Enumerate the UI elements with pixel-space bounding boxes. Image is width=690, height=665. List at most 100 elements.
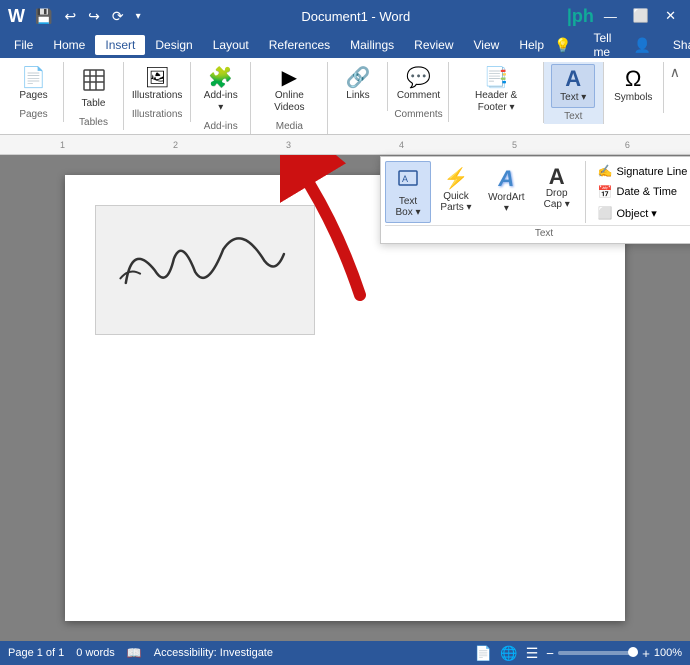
view-web-icon[interactable]: 🌐: [500, 645, 517, 662]
quick-parts-label: QuickParts ▾: [440, 191, 471, 213]
wordart-icon: A: [498, 166, 514, 192]
links-icon: 🔗: [346, 68, 371, 88]
close-button[interactable]: ✕: [659, 6, 682, 26]
illustrations-icon: 🖼: [144, 68, 169, 88]
text-icon: A: [565, 68, 581, 90]
menu-home[interactable]: Home: [43, 35, 95, 55]
signature-text: [101, 207, 310, 332]
wordart-button[interactable]: A WordArt ▾: [481, 161, 532, 223]
maximize-button[interactable]: ⬜: [627, 6, 655, 26]
view-outline-icon[interactable]: ☰: [526, 645, 539, 662]
zoom-thumb: [628, 647, 638, 657]
pages-button[interactable]: 📄 Pages: [12, 64, 56, 106]
quick-access-toolbar: 💾 ↩ ↪ ⟳ ▾: [31, 6, 145, 27]
menu-bar: File Home Insert Design Layout Reference…: [0, 32, 690, 58]
menu-references[interactable]: References: [259, 35, 340, 55]
menu-mailings[interactable]: Mailings: [340, 35, 404, 55]
header-footer-button[interactable]: 📑 Header & Footer ▾: [455, 64, 536, 118]
lightbulb-icon: 💡: [554, 37, 571, 54]
media-group-label: Media: [276, 118, 303, 134]
ribbon-content: 📄 Pages Pages: [4, 62, 686, 134]
ribbon-collapse-button[interactable]: ∧: [664, 62, 686, 83]
share-icon: 👤: [633, 37, 650, 54]
links-button[interactable]: 🔗 Links: [336, 64, 380, 106]
wordart-label: WordArt ▾: [488, 192, 525, 214]
text-button[interactable]: A Text ▾: [551, 64, 595, 108]
menu-help[interactable]: Help: [509, 35, 554, 55]
ribbon-group-media: ▶ Online Videos Media: [251, 62, 328, 134]
addins-button[interactable]: 🧩 Add-ins ▾: [197, 64, 244, 118]
addins-icon: 🧩: [208, 68, 233, 88]
status-bar: Page 1 of 1 0 words 📖 Accessibility: Inv…: [0, 641, 690, 665]
share-button[interactable]: Share: [663, 35, 690, 55]
symbols-button[interactable]: Ω Symbols: [608, 64, 658, 108]
ribbon-group-text: A Text ▾ Text: [544, 62, 604, 124]
title-bar-left: W 💾 ↩ ↪ ⟳ ▾: [8, 6, 145, 27]
addins-group-label: Add-ins: [204, 118, 238, 134]
page-info: Page 1 of 1: [8, 647, 64, 659]
ribbon-group-illustrations: 🖼 Illustrations Illustrations: [124, 62, 191, 122]
menu-review[interactable]: Review: [404, 35, 463, 55]
text-popup-panel: A TextBox ▾ ⚡ QuickParts ▾ A WordArt ▾: [380, 156, 690, 244]
illustrations-button[interactable]: 🖼 Illustrations: [126, 64, 189, 106]
zoom-out-button[interactable]: −: [546, 646, 554, 661]
table-button[interactable]: Table: [72, 64, 116, 114]
signature-line-icon: ✍: [598, 164, 613, 178]
illustrations-group-label: Illustrations: [132, 106, 183, 122]
signature-line-button[interactable]: ✍ Signature Line ▾: [591, 161, 690, 181]
app-window: W 💾 ↩ ↪ ⟳ ▾ Document1 - Word |ph — ⬜ ✕ F…: [0, 0, 690, 665]
signature-line-label: Signature Line ▾: [616, 165, 690, 178]
undo-button[interactable]: ↩: [60, 6, 80, 27]
menu-file[interactable]: File: [4, 35, 43, 55]
text-popup-row1: A TextBox ▾ ⚡ QuickParts ▾ A WordArt ▾: [385, 161, 690, 223]
table-label: Table: [82, 98, 106, 110]
menu-view[interactable]: View: [464, 35, 510, 55]
customize-button[interactable]: ▾: [132, 9, 145, 24]
zoom-bar: − + 100%: [546, 646, 682, 661]
ribbon-group-header-footer: 📑 Header & Footer ▾: [449, 62, 543, 123]
minimize-button[interactable]: —: [598, 7, 623, 26]
title-bar-right: |ph — ⬜ ✕: [567, 6, 682, 27]
zoom-in-button[interactable]: +: [642, 646, 650, 661]
drop-cap-label: DropCap ▾: [544, 188, 570, 210]
status-right: 📄 🌐 ☰ − + 100%: [475, 645, 682, 662]
ruler-content: 1 2 3 4 5 6: [0, 140, 690, 150]
save-button[interactable]: 💾: [31, 6, 56, 27]
iph-icon: |ph: [567, 6, 594, 27]
object-label: Object ▾: [616, 207, 656, 220]
text-box-icon: A: [396, 166, 420, 196]
popup-text-label: Text: [385, 225, 690, 239]
text-box-label: TextBox ▾: [395, 196, 420, 218]
ribbon-group-links: 🔗 Links: [328, 62, 388, 111]
comment-button[interactable]: 💬 Comment: [391, 64, 446, 106]
object-button[interactable]: ⬜ Object ▾: [591, 203, 690, 223]
ribbon-group-comments: 💬 Comment Comments: [388, 62, 449, 122]
drop-cap-button[interactable]: A DropCap ▾: [534, 161, 580, 223]
drop-cap-icon: A: [549, 166, 565, 188]
ribbon-group-tables: Table Tables: [64, 62, 124, 130]
pages-group-label: Pages: [19, 106, 47, 122]
accessibility-status[interactable]: Accessibility: Investigate: [154, 647, 273, 659]
online-videos-button[interactable]: ▶ Online Videos: [257, 64, 321, 118]
text-box-button[interactable]: A TextBox ▾: [385, 161, 431, 223]
zoom-slider[interactable]: [558, 651, 638, 655]
tell-me-input[interactable]: Tell me: [583, 28, 621, 62]
menu-design[interactable]: Design: [145, 35, 202, 55]
ribbon-group-symbols: Ω Symbols: [604, 62, 664, 113]
zoom-level: 100%: [654, 647, 682, 659]
object-icon: ⬜: [598, 206, 613, 220]
text-side-buttons: ✍ Signature Line ▾ 📅 Date & Time ⬜ Objec…: [591, 161, 690, 223]
menu-insert[interactable]: Insert: [95, 35, 145, 55]
view-normal-icon[interactable]: 📄: [475, 645, 492, 662]
menu-layout[interactable]: Layout: [203, 35, 259, 55]
redo-button[interactable]: ↪: [84, 6, 104, 27]
date-time-button[interactable]: 📅 Date & Time: [591, 182, 690, 202]
ribbon: 📄 Pages Pages: [0, 58, 690, 135]
table-icon: [82, 68, 106, 96]
ruler: 1 2 3 4 5 6: [0, 135, 690, 155]
repeat-button[interactable]: ⟳: [108, 6, 128, 27]
svg-text:A: A: [402, 174, 408, 184]
quick-parts-button[interactable]: ⚡ QuickParts ▾: [433, 161, 479, 223]
status-left: Page 1 of 1 0 words 📖 Accessibility: Inv…: [8, 646, 273, 660]
popup-separator: [585, 161, 586, 223]
